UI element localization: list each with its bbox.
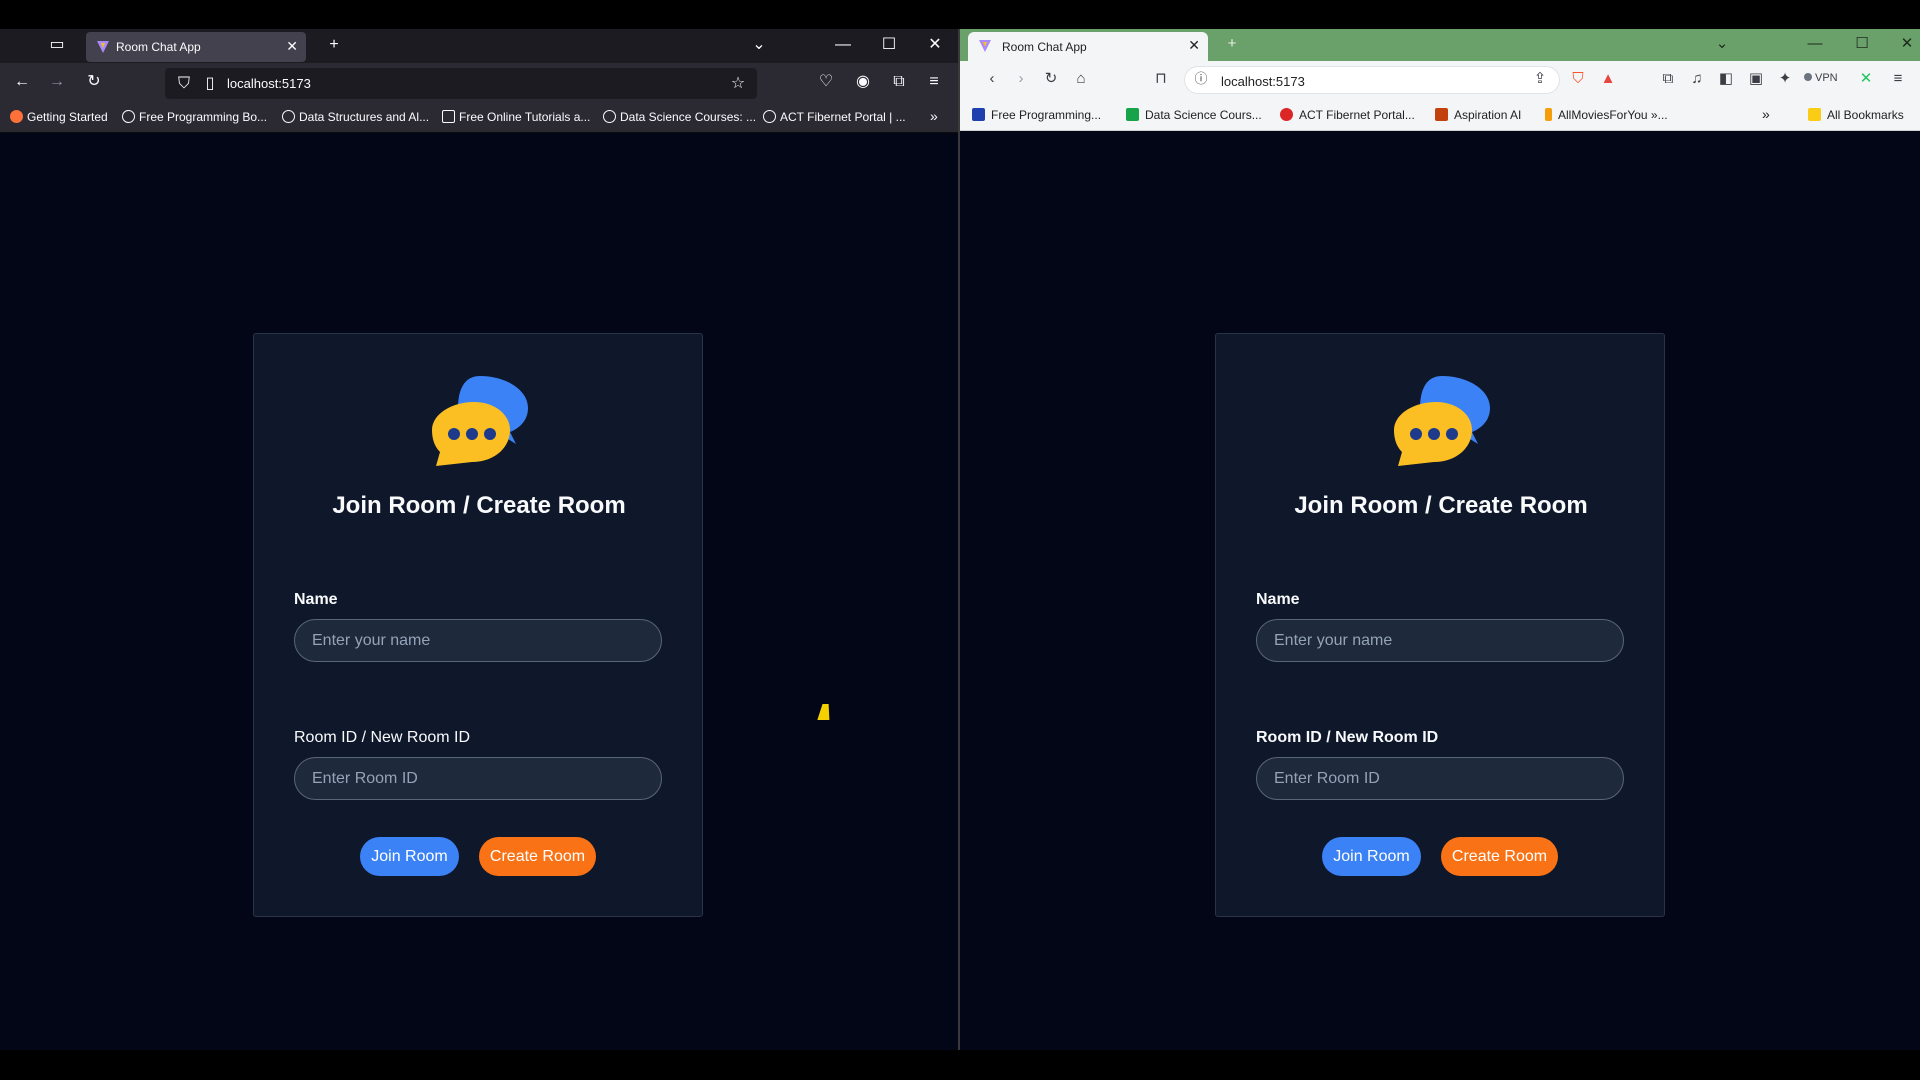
tab-close-icon[interactable]: ✕ <box>1188 37 1200 54</box>
forward-icon[interactable]: › <box>1011 70 1031 90</box>
room-id-input[interactable]: Enter Room ID <box>1256 757 1624 800</box>
leo-ai-icon[interactable]: ✦ <box>1775 70 1795 90</box>
brave-toolbar: ‹ › ↻ ⌂ ⊓ ⓘ localhost:5173 ⇪ ⛉ ▲ ⧉ ♫ ◧ ▣… <box>960 61 1920 99</box>
wallet-icon[interactable]: ▣ <box>1746 70 1766 90</box>
tab-overflow-chevron-icon[interactable]: ⌄ <box>748 35 770 57</box>
bookmark-aspiration-ai[interactable]: Aspiration AI <box>1435 108 1521 122</box>
page-content: Join Room / Create Room Name Enter your … <box>0 133 958 1050</box>
tab-title: Room Chat App <box>116 40 201 54</box>
chat-bubbles-logo-icon <box>432 376 528 466</box>
bookmarks-overflow-icon[interactable]: » <box>1762 106 1770 122</box>
bookmark-allmoviesforyou[interactable]: AllMoviesForYou »... <box>1545 108 1668 122</box>
bookmark-data-structures[interactable]: Data Structures and Al... <box>282 110 429 124</box>
bookmark-star-icon[interactable]: ☆ <box>727 74 749 96</box>
share-icon[interactable]: ⇪ <box>1530 70 1550 90</box>
account-icon[interactable]: ◉ <box>852 72 874 94</box>
all-bookmarks-folder[interactable]: All Bookmarks <box>1808 108 1904 122</box>
reload-icon[interactable]: ↻ <box>83 72 105 94</box>
bookmark-page-icon[interactable]: ⊓ <box>1151 70 1171 90</box>
bookmark-act-fibernet[interactable]: ACT Fibernet Portal | ... <box>763 110 906 124</box>
room-id-label: Room ID / New Room ID <box>294 729 471 746</box>
back-icon[interactable]: ← <box>11 72 33 94</box>
minimize-icon[interactable]: — <box>1805 35 1825 55</box>
brave-window: Room Chat App ✕ + ⌄ — ☐ ✕ ‹ › ↻ ⌂ ⊓ ⓘ lo… <box>960 29 1920 1050</box>
minimize-icon[interactable]: — <box>832 35 854 57</box>
tab-close-icon[interactable]: ✕ <box>286 38 298 55</box>
menu-icon[interactable]: ≡ <box>1888 70 1908 90</box>
bookmark-data-science-courses[interactable]: Data Science Courses: ... <box>603 110 756 124</box>
sidebar-icon[interactable]: ◧ <box>1716 70 1736 90</box>
bookmarks-overflow-icon[interactable]: » <box>930 108 938 124</box>
folder-icon <box>1808 108 1821 121</box>
bookmark-free-programming[interactable]: Free Programming Bo... <box>122 110 267 124</box>
chat-bubbles-logo-icon <box>1394 376 1490 466</box>
page-title: Join Room / Create Room <box>1294 492 1588 519</box>
join-room-card: Join Room / Create Room Name Enter your … <box>253 333 703 917</box>
tracking-shield-icon[interactable]: ⛉ <box>173 74 195 96</box>
bookmarks-bar: Free Programming... Data Science Cours..… <box>960 99 1920 131</box>
brave-rewards-icon[interactable]: ▲ <box>1598 70 1618 90</box>
firefox-tab-bar: ▭ Room Chat App ✕ + ⌄ — ☐ ✕ <box>0 29 958 63</box>
address-bar[interactable]: ⛉ ▯ localhost:5173 ☆ <box>165 68 757 99</box>
reload-icon[interactable]: ↻ <box>1041 70 1061 90</box>
menu-icon[interactable]: ≡ <box>923 72 945 94</box>
tab-list-icon[interactable]: ▭ <box>46 35 68 57</box>
vpn-status-icon <box>1804 73 1812 81</box>
create-room-button[interactable]: Create Room <box>1441 837 1558 876</box>
bookmark-getting-started[interactable]: Getting Started <box>10 110 108 124</box>
new-tab-icon[interactable]: + <box>1222 35 1242 55</box>
url-text[interactable]: localhost:5173 <box>227 76 311 91</box>
close-window-icon[interactable]: ✕ <box>1897 35 1917 55</box>
mouse-cursor <box>817 704 835 720</box>
join-room-button[interactable]: Join Room <box>360 837 459 876</box>
site-info-icon[interactable]: ⓘ <box>1191 70 1211 90</box>
firefox-window: ▭ Room Chat App ✕ + ⌄ — ☐ ✕ ← → ↻ ⛉ ▯ lo… <box>0 29 958 1050</box>
name-input[interactable]: Enter your name <box>1256 619 1624 662</box>
brave-tab-bar: Room Chat App ✕ + ⌄ — ☐ ✕ <box>960 29 1920 61</box>
extensions-icon[interactable]: ⧉ <box>1658 70 1678 90</box>
profile-icon[interactable]: ✕ <box>1856 70 1876 90</box>
back-icon[interactable]: ‹ <box>982 70 1002 90</box>
room-id-label: Room ID / New Room ID <box>1256 729 1439 746</box>
home-icon[interactable]: ⌂ <box>1071 70 1091 90</box>
name-label: Name <box>1256 591 1300 608</box>
tab-search-chevron-icon[interactable]: ⌄ <box>1712 35 1732 55</box>
url-text[interactable]: localhost:5173 <box>1221 74 1305 89</box>
tab-room-chat-app[interactable]: Room Chat App ✕ <box>86 32 306 62</box>
forward-icon[interactable]: → <box>46 72 68 94</box>
media-icon[interactable]: ♫ <box>1687 70 1707 90</box>
room-id-input[interactable]: Enter Room ID <box>294 757 662 800</box>
tab-title: Room Chat App <box>1002 40 1087 54</box>
close-window-icon[interactable]: ✕ <box>924 35 946 57</box>
bookmark-free-programming[interactable]: Free Programming... <box>972 108 1101 122</box>
firefox-toolbar: ← → ↻ ⛉ ▯ localhost:5173 ☆ ♡ ◉ ⧉ ≡ <box>0 63 958 103</box>
extensions-icon[interactable]: ⧉ <box>888 72 910 94</box>
brave-shields-icon[interactable]: ⛉ <box>1568 70 1588 90</box>
page-title: Join Room / Create Room <box>332 492 626 519</box>
bookmarks-toolbar: Getting Started Free Programming Bo... D… <box>0 103 958 133</box>
create-room-button[interactable]: Create Room <box>479 837 596 876</box>
tab-room-chat-app[interactable]: Room Chat App ✕ <box>968 32 1208 61</box>
bookmark-data-science[interactable]: Data Science Cours... <box>1126 108 1262 122</box>
name-label: Name <box>294 591 338 608</box>
address-bar[interactable]: ⓘ localhost:5173 ⇪ <box>1184 66 1560 94</box>
new-tab-icon[interactable]: + <box>323 35 345 57</box>
vite-favicon-icon <box>979 40 991 52</box>
vpn-button[interactable]: VPN <box>1804 72 1838 84</box>
join-room-card: Join Room / Create Room Name Enter your … <box>1215 333 1665 917</box>
join-room-button[interactable]: Join Room <box>1322 837 1421 876</box>
vite-favicon-icon <box>97 41 109 53</box>
page-info-icon[interactable]: ▯ <box>199 74 221 96</box>
bookmark-free-online-tutorials[interactable]: Free Online Tutorials a... <box>442 110 590 124</box>
maximize-icon[interactable]: ☐ <box>878 35 900 57</box>
bookmark-act-fibernet[interactable]: ACT Fibernet Portal... <box>1280 108 1415 122</box>
maximize-icon[interactable]: ☐ <box>1852 35 1872 55</box>
page-content: Join Room / Create Room Name Enter your … <box>960 133 1920 1050</box>
name-input[interactable]: Enter your name <box>294 619 662 662</box>
pocket-icon[interactable]: ♡ <box>815 72 837 94</box>
